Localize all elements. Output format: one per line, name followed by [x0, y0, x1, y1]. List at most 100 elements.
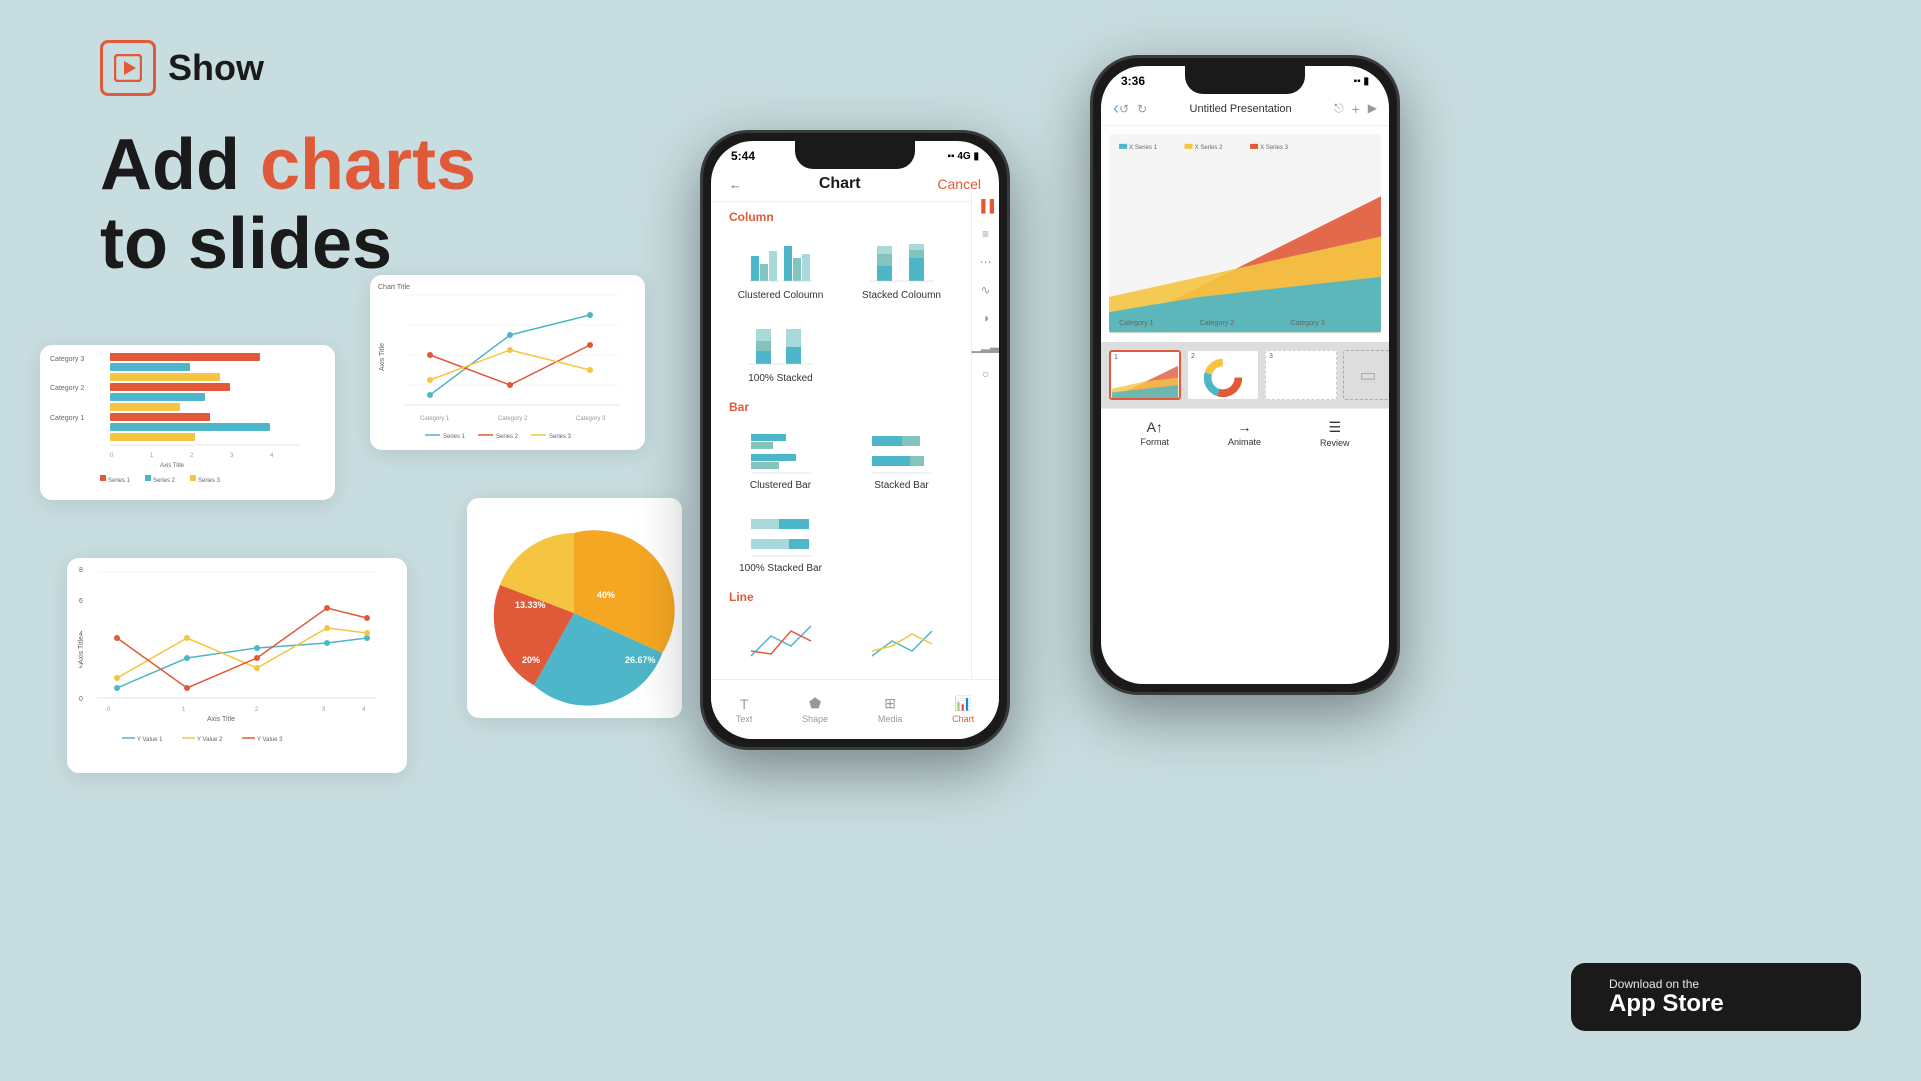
svg-text:Y Value 3: Y Value 3	[257, 737, 283, 743]
add-icon[interactable]: +	[1352, 101, 1360, 117]
phone-right: 3:36 ▪▪ ▮ ‹ ↺ ↻ Untitled Presentation ⎋ …	[1090, 55, 1400, 695]
status-time-right: 3:36	[1121, 74, 1145, 88]
chart-item-clustered-column[interactable]: Clustered Coloumn	[721, 228, 840, 309]
chart-list: Column Clustered Coloumn	[711, 202, 999, 690]
svg-text:40%: 40%	[597, 590, 615, 600]
play-icon[interactable]: ▶	[1368, 101, 1377, 117]
sidebar-line-icon[interactable]: ∿	[980, 283, 990, 297]
headline: Add charts to slides	[100, 126, 700, 284]
sidebar-table-icon[interactable]: ≡	[982, 227, 989, 241]
toolbar-right-icons: ⎋ + ▶	[1334, 101, 1377, 117]
section-bar-label: Bar	[711, 392, 971, 418]
slide-num-2: 2	[1191, 353, 1195, 360]
status-icons-right: ▪▪ ▮	[1354, 76, 1369, 87]
svg-text:Category 3: Category 3	[576, 416, 606, 422]
phone-notch	[795, 141, 915, 169]
svg-text:Series 2: Series 2	[153, 478, 176, 484]
svg-text:8: 8	[79, 567, 83, 574]
chart-item-clustered-bar[interactable]: Clustered Bar	[721, 418, 840, 499]
svg-text:2: 2	[255, 707, 259, 713]
bottom-tools-right: A↑ Format → Animate ☰ Review	[1101, 408, 1389, 458]
svg-text:Category 2: Category 2	[1200, 320, 1235, 327]
section-line-label: Line	[711, 582, 971, 608]
chart-item-line1[interactable]	[721, 608, 840, 678]
app-store-button[interactable]: Download on the App Store	[1571, 963, 1861, 1031]
svg-text:Category 3: Category 3	[50, 356, 84, 363]
bar-chart-grid: Clustered Bar Stacked Bar	[711, 418, 971, 582]
line-chart-grid	[711, 608, 971, 678]
headline-line2: to slides	[100, 204, 392, 284]
chart-item-line2[interactable]	[842, 608, 961, 678]
chart-item-100-stacked-bar[interactable]: 100% Stacked Bar	[721, 501, 840, 582]
headline-plain: Add	[100, 125, 260, 205]
download-line1: Download on the	[1609, 977, 1724, 991]
chart-item-stacked-column[interactable]: Stacked Coloumn	[842, 228, 961, 309]
stacked-bar-label: Stacked Bar	[874, 480, 928, 491]
svg-text:Y Value 2: Y Value 2	[197, 737, 223, 743]
app-name: Show	[168, 47, 264, 89]
presentation-title: Untitled Presentation	[1147, 103, 1334, 115]
logo-area: Show	[100, 40, 700, 96]
svg-text:1: 1	[150, 453, 154, 459]
status-icons: ▪▪ 4G ▮	[948, 151, 980, 162]
svg-text:0: 0	[79, 696, 83, 703]
sidebar-area-icon[interactable]: ▁▂▃	[972, 339, 999, 353]
app-logo-icon	[100, 40, 156, 96]
bottom-toolbar: T Text ⬟ Shape ⊞ Media 📊 Chart	[711, 679, 999, 739]
toolbar-media[interactable]: ⊞ Media	[878, 695, 903, 724]
format-label: Format	[1140, 437, 1169, 447]
svg-text:Category 1: Category 1	[1119, 320, 1154, 327]
chart-item-100-stacked[interactable]: 100% Stacked	[721, 311, 840, 392]
slide-thumb-3[interactable]: 3	[1265, 350, 1337, 400]
add-slide-button[interactable]: ▭	[1343, 350, 1389, 400]
svg-text:X Series 2: X Series 2	[1195, 145, 1223, 151]
sidebar-bar-icon[interactable]: ▐▐	[977, 199, 994, 213]
headline-highlight: charts	[260, 125, 476, 205]
svg-text:3: 3	[322, 707, 326, 713]
svg-text:6: 6	[79, 598, 83, 605]
svg-text:Series 2: Series 2	[496, 434, 519, 440]
svg-text:Axis Title: Axis Title	[379, 343, 386, 371]
svg-text:Axis Title: Axis Title	[160, 463, 185, 469]
format-tool[interactable]: A↑ Format	[1140, 419, 1169, 448]
toolbar-chart[interactable]: 📊 Chart	[952, 695, 974, 724]
sidebar-pie-icon[interactable]: ◑	[982, 311, 989, 325]
chart-item-stacked-bar[interactable]: Stacked Bar	[842, 418, 961, 499]
svg-text:X Series 3: X Series 3	[1260, 145, 1288, 151]
left-section: Show Add charts to slides	[100, 40, 700, 284]
sidebar-scatter-icon[interactable]: ⋯	[980, 255, 992, 269]
svg-text:2: 2	[190, 453, 194, 459]
toolbar-text[interactable]: T Text	[736, 696, 753, 724]
svg-text:Category 2: Category 2	[50, 385, 84, 392]
redo-icon[interactable]: ↻	[1137, 102, 1147, 116]
svg-text:4: 4	[362, 707, 366, 713]
svg-text:4: 4	[270, 453, 274, 459]
svg-text:X Series 1: X Series 1	[1129, 145, 1157, 151]
line-chart-top-card: Chart Title Axis Title Category 1 Catego…	[370, 275, 645, 450]
svg-text:3: 3	[230, 453, 234, 459]
animate-tool[interactable]: → Animate	[1228, 419, 1261, 448]
chart-panel-title: Chart	[819, 175, 861, 193]
svg-text:Category 2: Category 2	[498, 416, 528, 422]
sidebar-circle-icon[interactable]: ○	[982, 367, 989, 381]
slide-thumb-2[interactable]: 2	[1187, 350, 1259, 400]
svg-text:Axis Title: Axis Title	[78, 636, 85, 664]
undo-redo: ↺ ↻	[1119, 102, 1147, 116]
100-stacked-bar-label: 100% Stacked Bar	[739, 563, 822, 574]
slide-num-1: 1	[1114, 354, 1118, 361]
back-arrow[interactable]: ←	[729, 177, 742, 192]
slide-thumb-1[interactable]: 1	[1109, 350, 1181, 400]
slide-thumbnail-strip: 1 2	[1101, 342, 1389, 408]
svg-text:Axis Title: Axis Title	[207, 716, 235, 723]
cancel-button[interactable]: Cancel	[937, 176, 981, 192]
toolbar-shape[interactable]: ⬟ Shape	[802, 695, 828, 724]
svg-text:26.67%: 26.67%	[625, 655, 656, 665]
slide-num-3: 3	[1269, 353, 1273, 360]
100-stacked-column-label: 100% Stacked	[748, 373, 813, 384]
undo-icon[interactable]: ↺	[1119, 102, 1129, 116]
share-icon[interactable]: ⎋	[1334, 101, 1344, 117]
review-tool[interactable]: ☰ Review	[1320, 419, 1350, 448]
svg-text:Category 3: Category 3	[1290, 320, 1325, 327]
svg-text:Chart Title: Chart Title	[378, 284, 410, 291]
add-slide-icon: ▭	[1359, 365, 1376, 386]
